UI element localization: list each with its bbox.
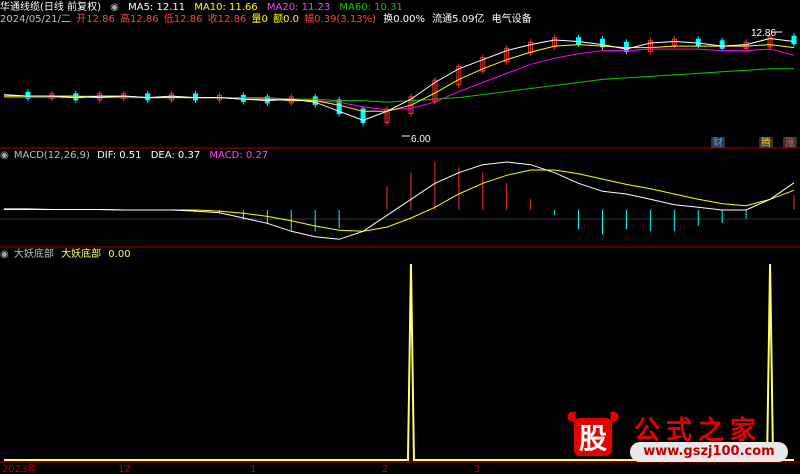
macd-header: ◉ MACD(12,26,9) DIF: 0.51 DEA: 0.37 MACD… [0,150,274,162]
bull-logo-glyph: 股 [579,422,607,455]
candle-body [719,40,725,49]
axis-label-3: 3 [474,464,480,474]
macd-value-label: MACD: 0.27 [209,150,269,161]
indicator-label: 大妖底部 [61,249,102,260]
close-label: 收12.86 [207,14,247,25]
watermark-url: www.gszj100.com [630,442,788,462]
date-label: 2024/05/21/二 [0,14,72,25]
dea-line [4,169,795,232]
top-header: 华通线缆(日线 前复权) ◉ MA5: 12.11 MA10: 11.66 MA… [0,2,409,14]
axis-label-1: 1 [250,464,256,474]
chart-canvas: 12.86 6.00 财 腾 涨 2023年 12 1 2 3 [0,28,800,474]
dif-line [4,161,795,240]
candle-body [576,37,582,45]
price-panel [3,33,797,126]
open-label: 开12.86 [76,14,115,25]
price-high-label: 12.86 [751,28,776,39]
high-label: 高12.86 [120,14,159,25]
watermark: 股 公式之家 www.gszj100.com [564,408,794,468]
amount-label: 额0.0 [273,14,299,25]
candle-body [695,38,701,46]
change-label: 幅0.39(3.13%) [304,14,377,25]
indicator-header: ◉ 大妖底部 大妖底部 0.00 [0,249,137,261]
ma10-label: MA10: 11.66 [194,2,258,13]
turnover-label: 换0.00% [383,14,425,25]
price-low-label: 6.00 [411,134,431,145]
dea-label: DEA: 0.37 [150,150,201,161]
badge-rise[interactable]: 涨 [785,137,795,149]
volume-label: 量0 [251,14,268,25]
bull-logo-icon: 股 [567,411,619,456]
axis-label-2: 2 [382,464,388,474]
dif-label: DIF: 0.51 [97,150,142,161]
ma-toggle-icon[interactable]: ◉ [110,2,119,13]
candle-body [73,93,79,101]
float-label: 流通5.09亿 [432,14,485,25]
macd-toggle-icon[interactable]: ◉ [0,150,9,161]
candle-body [791,35,797,45]
macd-name[interactable]: MACD(12,26,9) [14,150,90,161]
indicator-value: 0.00 [108,249,131,260]
sector-label: 电气设备 [491,14,532,25]
axis-label-2023: 2023年 [2,462,37,474]
indicator-name[interactable]: 大妖底部 [14,249,54,260]
ma20-label: MA20: 11.23 [266,2,331,13]
badge-finance[interactable]: 财 [713,136,723,149]
macd-panel [3,161,795,240]
candle-body [240,94,246,102]
ma5-label: MA5: 12.11 [128,2,186,13]
ma60-label: MA60: 10.31 [339,2,403,13]
low-label: 低12.86 [163,14,203,25]
badge-teng[interactable]: 腾 [761,136,771,149]
axis-label-12: 12 [118,464,131,474]
ma20-line [4,48,795,111]
indicator-toggle-icon[interactable]: ◉ [0,249,9,260]
stock-title[interactable]: 华通线缆(日线 前复权) [0,2,101,13]
candle-body [193,93,199,101]
candle-body [145,93,151,101]
info-header: 2024/05/21/二 开12.86 高12.86 低12.86 收12.86… [0,14,538,26]
